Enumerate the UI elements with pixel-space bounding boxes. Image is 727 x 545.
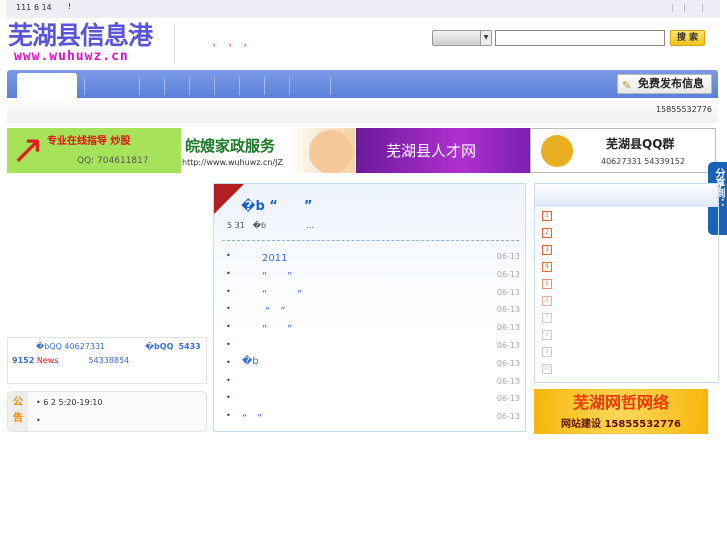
nav-tab-home[interactable] xyxy=(17,73,77,98)
nav-divider xyxy=(189,77,190,95)
rank-number: 9 xyxy=(542,347,552,357)
sub-bar: 15855532776 xyxy=(7,98,718,123)
header-dot: ， xyxy=(243,39,253,49)
contact-phone: 15855532776 xyxy=(656,105,712,114)
separator: | xyxy=(701,3,704,12)
rank-number: 5 xyxy=(542,279,552,289)
ranking-header xyxy=(535,184,718,207)
nav-divider xyxy=(164,77,165,95)
nav-divider xyxy=(139,77,140,95)
news-headline[interactable]: �b “ ” xyxy=(241,195,312,214)
news-title[interactable]: “ ” xyxy=(242,409,262,424)
bullet: • xyxy=(226,375,231,385)
separator: | xyxy=(683,3,686,12)
news-item[interactable]: • 2011 06-13 xyxy=(226,248,520,266)
header-dot: ， xyxy=(212,39,222,49)
news-title[interactable]: “ ” xyxy=(242,320,292,335)
notice-item[interactable]: • xyxy=(36,416,41,425)
ranking-panel: 1 2 3 4 5 6 7 8 9 10 xyxy=(534,183,719,383)
pencil-icon: ✎ xyxy=(622,79,632,92)
banner-housekeeping[interactable]: 皖嫂家政服务 http://www.wuhuwz.cn/JZ xyxy=(181,128,355,173)
news-item[interactable]: • “ ” 06-13 xyxy=(226,266,520,284)
search-button[interactable]: 搜 索 xyxy=(670,30,705,46)
nav-divider xyxy=(239,77,240,95)
news-item[interactable]: • 06-13 xyxy=(226,373,520,391)
rank-number: 10 xyxy=(542,364,552,374)
news-title[interactable]: “ ” xyxy=(242,285,302,300)
rank-number: 8 xyxy=(542,330,552,340)
woman-photo xyxy=(309,130,353,173)
news-date: 06-13 xyxy=(496,252,520,261)
nav-divider xyxy=(264,77,265,95)
news-ribbon-icon xyxy=(214,184,244,214)
news-summary: 5 31 �b … xyxy=(227,221,315,230)
bullet: • xyxy=(226,340,231,349)
divider xyxy=(174,24,175,64)
welcome-text: ! xyxy=(68,2,72,11)
separator: | xyxy=(671,3,674,12)
nav-divider xyxy=(289,77,290,95)
news-date: 06-13 xyxy=(496,412,520,422)
news-item[interactable]: • �b 06-13 xyxy=(226,355,520,373)
logo-name: 芜湖县信息港 xyxy=(8,21,153,50)
news-title[interactable]: 2011 xyxy=(242,249,287,264)
logo-url: www.wuhuwz.cn xyxy=(14,49,129,64)
rank-number: 6 xyxy=(542,296,552,306)
top-bar: 111 6 14 ! | | | xyxy=(6,0,720,18)
nav-divider xyxy=(214,77,215,95)
bullet: • xyxy=(226,393,231,403)
search-input[interactable] xyxy=(495,30,665,46)
bullet: • xyxy=(226,357,231,367)
rank-number: 3 xyxy=(542,245,552,255)
nav-divider xyxy=(84,77,85,95)
notice-label: 公告 xyxy=(8,392,28,431)
news-date: 06-13 xyxy=(496,341,520,350)
ad-banner-wangzhe[interactable]: 芜湖网哲网络 网站建设 15855532776 xyxy=(534,389,708,434)
bullet: • xyxy=(226,411,231,421)
news-title[interactable]: “ ” xyxy=(242,267,292,282)
news-title[interactable]: �b xyxy=(242,356,259,367)
notice-box: 公告 • 6 2 5:20-19:10 • xyxy=(7,391,207,432)
divider xyxy=(222,240,519,241)
search-category-select[interactable]: ▼ xyxy=(432,30,492,46)
news-title[interactable]: “ ” xyxy=(242,302,285,317)
bullet: • xyxy=(226,322,231,332)
news-item[interactable]: • 06-13 xyxy=(226,337,520,355)
header-dot: ， xyxy=(228,39,238,49)
arrow-up-icon: ↗ xyxy=(11,128,45,173)
main-nav xyxy=(7,70,718,98)
publish-info-button[interactable]: ✎ 免费发布信息 xyxy=(617,74,712,94)
qq-group-info: �bQQ 40627331 �bQQ 5433 9152 News 54338854 xyxy=(7,337,207,384)
news-date: 06-13 xyxy=(496,305,520,315)
news-date: 06-13 xyxy=(496,376,520,386)
banner-qq-group[interactable]: 芜湖县QQ群 40627331 54339152 xyxy=(530,128,716,173)
bullet: • xyxy=(226,286,231,296)
rank-number: 7 xyxy=(542,313,552,323)
news-item[interactable]: • “ ” 06-13 xyxy=(226,284,520,302)
notice-item[interactable]: • 6 2 5:20-19:10 xyxy=(36,398,102,407)
qq-group-icon xyxy=(541,135,573,167)
bullet: • xyxy=(226,268,231,278)
bullet: • xyxy=(226,251,231,260)
news-date: 06-13 xyxy=(496,269,520,279)
news-item[interactable]: • 06-13 xyxy=(226,390,520,408)
news-item[interactable]: • “ ” 06-13 xyxy=(226,319,520,337)
bullet: • xyxy=(226,304,231,314)
news-date: 06-13 xyxy=(496,358,520,368)
banner-talent[interactable]: 芜湖县人才网 xyxy=(356,128,530,173)
news-date: 06-13 xyxy=(496,394,520,404)
news-item[interactable]: • “ ” 06-13 xyxy=(226,408,520,426)
chevron-down-icon: ▼ xyxy=(480,31,491,45)
news-date: 06-13 xyxy=(496,287,520,297)
site-logo[interactable]: 芜湖县信息港 www.wuhuwz.cn xyxy=(8,22,176,66)
nav-divider xyxy=(330,77,331,95)
rank-number: 2 xyxy=(542,228,552,238)
banner-stock[interactable]: ↗ 专业在线指导 炒股 QQ: 704611817 xyxy=(7,128,181,173)
news-item[interactable]: • “ ” 06-13 xyxy=(226,301,520,319)
news-panel: �b “ ” 5 31 �b … • 2011 06-13 • “ ” 06-13 • … xyxy=(213,183,526,432)
rank-number: 4 xyxy=(542,262,552,272)
news-date: 06-13 xyxy=(496,323,520,333)
rank-number: 1 xyxy=(542,211,552,221)
date-text: 111 6 14 xyxy=(16,3,52,12)
